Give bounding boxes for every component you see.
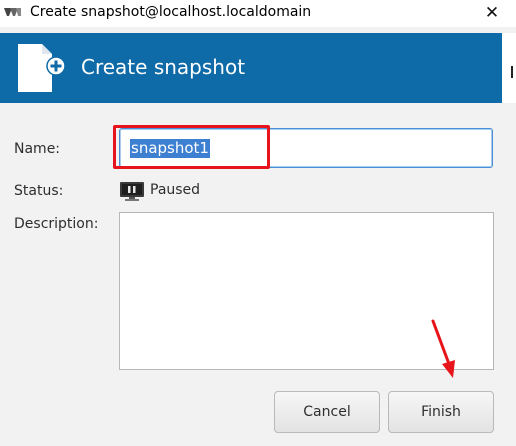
- annotation-highlight-box: [113, 125, 270, 169]
- create-snapshot-dialog: Create snapshot@localhost.localdomain ✕ …: [0, 0, 516, 446]
- virt-manager-icon: [4, 8, 21, 16]
- close-button[interactable]: ✕: [480, 2, 504, 24]
- name-label: Name:: [14, 141, 61, 157]
- title-bar: Create snapshot@localhost.localdomain ✕: [0, 0, 516, 27]
- close-icon: ✕: [484, 3, 500, 23]
- paused-monitor-icon: [120, 182, 144, 201]
- status-label: Status:: [14, 183, 64, 199]
- header-title: Create snapshot: [81, 55, 246, 79]
- scroll-edge: [502, 33, 516, 103]
- cancel-button[interactable]: Cancel: [274, 391, 380, 433]
- window-title: Create snapshot@localhost.localdomain: [30, 4, 312, 20]
- header-banner: [0, 33, 502, 103]
- status-value: Paused: [150, 182, 201, 198]
- new-document-icon: [18, 44, 66, 92]
- annotation-arrow: [431, 319, 455, 378]
- description-label: Description:: [14, 216, 99, 232]
- finish-button[interactable]: Finish: [388, 391, 494, 433]
